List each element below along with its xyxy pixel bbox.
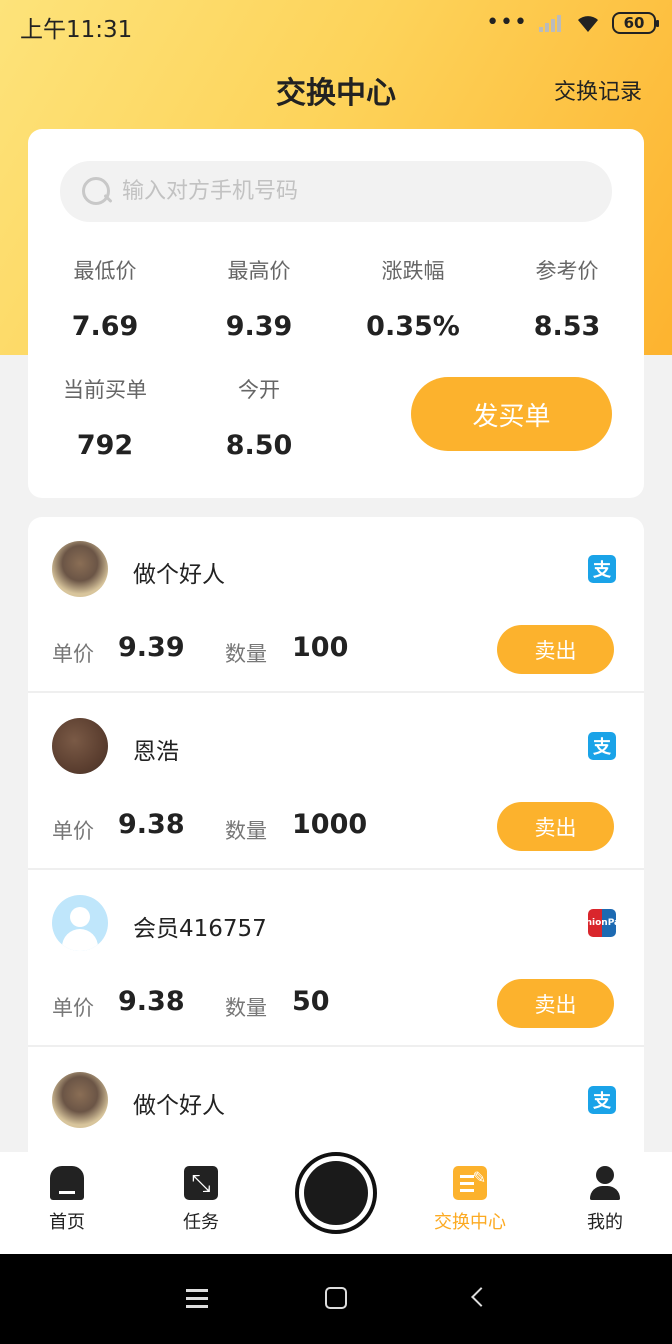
stat-open-today: 今开 8.50	[194, 374, 324, 461]
list-item: 做个好人 支 单价 9.39 数量 100 卖出	[28, 517, 644, 693]
stat-value: 8.53	[533, 311, 601, 342]
stat-label: 当前买单	[63, 378, 147, 402]
signal-icon	[539, 15, 561, 32]
post-buy-order-button[interactable]: 发买单	[411, 377, 612, 451]
sell-button[interactable]: 卖出	[497, 802, 614, 851]
user-name: 做个好人	[133, 562, 225, 588]
avatar	[52, 895, 108, 951]
quantity-value: 50	[292, 986, 330, 1017]
more-dots-icon: •••	[486, 10, 528, 35]
quantity-label: 数量	[225, 996, 267, 1020]
stat-label: 最低价	[73, 259, 137, 283]
nav-label: 任务	[183, 1212, 219, 1233]
list-item: 做个好人 支	[28, 1048, 644, 1152]
avatar	[52, 718, 108, 774]
price-label: 单价	[52, 642, 94, 666]
price-value: 9.39	[118, 632, 185, 663]
nav-label: 我的	[587, 1212, 623, 1233]
wifi-icon	[578, 16, 598, 32]
price-label: 单价	[52, 996, 94, 1020]
nav-label: 交换中心	[434, 1212, 506, 1233]
avatar	[52, 1072, 108, 1128]
default-avatar-icon	[70, 907, 90, 927]
market-summary-card: 最低价 7.69 最高价 9.39 涨跌幅 0.35% 参考价 8.53 当前买…	[28, 129, 644, 498]
stat-value: 792	[76, 430, 134, 461]
status-bar: 上午11:31 ••• 60	[0, 0, 672, 50]
stat-value: 7.69	[71, 311, 139, 342]
user-name: 恩浩	[133, 739, 179, 765]
price-value: 9.38	[118, 809, 185, 840]
center-button-icon	[304, 1161, 368, 1225]
avatar	[52, 541, 108, 597]
sell-button[interactable]: 卖出	[497, 979, 614, 1028]
tasks-icon	[184, 1166, 218, 1200]
phone-search-box[interactable]	[60, 161, 612, 222]
buy-order-list: 做个好人 支 单价 9.39 数量 100 卖出 恩浩 支 单价 9.38 数量…	[28, 517, 644, 1152]
home-square-icon[interactable]	[325, 1287, 347, 1309]
stat-label: 参考价	[535, 259, 599, 283]
status-time: 上午11:31	[20, 17, 133, 43]
home-icon	[50, 1166, 84, 1200]
quantity-value: 100	[292, 632, 349, 663]
alipay-icon: 支	[588, 732, 616, 760]
stat-label: 今开	[238, 378, 280, 402]
system-navigation-bar	[0, 1254, 672, 1344]
list-item: 恩浩 支 单价 9.38 数量 1000 卖出	[28, 694, 644, 870]
profile-icon	[588, 1166, 622, 1200]
quantity-value: 1000	[292, 809, 368, 840]
user-name: 做个好人	[133, 1093, 225, 1119]
alipay-icon: 支	[588, 1086, 616, 1114]
stat-label: 最高价	[227, 259, 291, 283]
stat-value: 9.39	[225, 311, 293, 342]
user-name: 会员416757	[133, 916, 267, 942]
exchange-history-link[interactable]: 交换记录	[554, 74, 642, 106]
menu-icon[interactable]	[186, 1289, 208, 1292]
stat-value: 8.50	[225, 430, 293, 461]
stat-max-price: 最高价 9.39	[194, 255, 324, 342]
stat-value: 0.35%	[366, 311, 460, 342]
price-label: 单价	[52, 819, 94, 843]
nav-label: 首页	[49, 1212, 85, 1233]
quantity-label: 数量	[225, 642, 267, 666]
exchange-icon	[453, 1166, 487, 1200]
back-icon[interactable]	[471, 1287, 491, 1307]
quantity-label: 数量	[225, 819, 267, 843]
list-item: 会员416757 UnionPay 单价 9.38 数量 50 卖出	[28, 871, 644, 1047]
stat-change: 涨跌幅 0.35%	[348, 255, 478, 342]
nav-item-mine[interactable]: 我的	[555, 1166, 655, 1234]
sell-button[interactable]: 卖出	[497, 625, 614, 674]
center-action-button[interactable]	[295, 1152, 377, 1234]
nav-item-exchange[interactable]: 交换中心	[420, 1166, 520, 1234]
stat-min-price: 最低价 7.69	[40, 255, 170, 342]
stat-reference-price: 参考价 8.53	[502, 255, 632, 342]
price-value: 9.38	[118, 986, 185, 1017]
alipay-icon: 支	[588, 555, 616, 583]
nav-item-tasks[interactable]: 任务	[151, 1166, 251, 1234]
status-icons: ••• 60	[486, 10, 659, 35]
search-icon	[82, 176, 112, 207]
nav-item-home[interactable]: 首页	[17, 1166, 117, 1234]
unionpay-icon: UnionPay	[578, 909, 626, 937]
battery-icon: 60	[612, 12, 659, 34]
phone-search-input[interactable]	[122, 179, 582, 204]
stat-label: 涨跌幅	[381, 259, 445, 283]
stat-current-buy-orders: 当前买单 792	[40, 374, 170, 461]
